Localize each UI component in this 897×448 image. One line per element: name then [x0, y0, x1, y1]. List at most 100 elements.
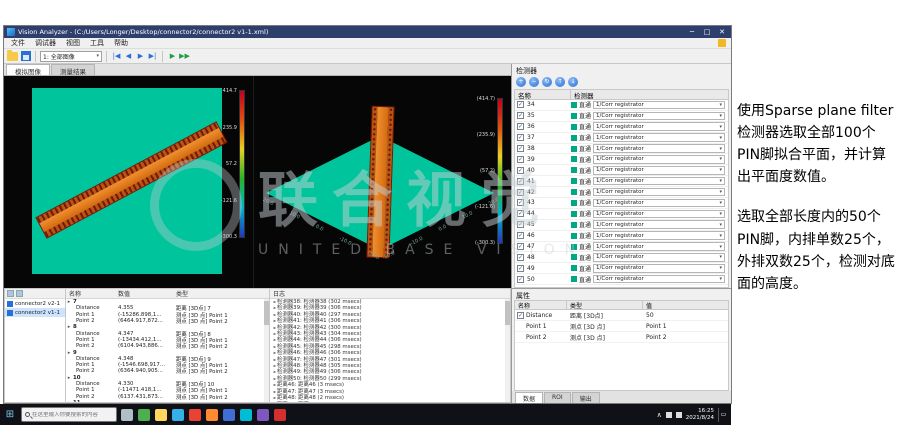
run-button[interactable]: ▶ [167, 51, 178, 62]
checkbox-checked-icon[interactable]: ✓ [517, 156, 524, 163]
column-header[interactable]: 检测器 [571, 90, 728, 100]
close-button[interactable]: ✕ [716, 27, 728, 38]
checkbox-checked-icon[interactable]: ✓ [517, 145, 524, 152]
image-selector-dropdown[interactable]: 1: 全部图像 ▾ [40, 51, 102, 62]
wrench-icon[interactable] [718, 39, 726, 47]
frame-nav-button[interactable]: |◀ [111, 51, 122, 62]
save-icon[interactable] [21, 51, 31, 61]
detector-dropdown[interactable]: 1/Corr registrator▾ [593, 275, 725, 284]
checkbox-checked-icon[interactable]: ✓ [517, 167, 524, 174]
bottom-tab[interactable]: ROI [544, 392, 571, 403]
menu-item[interactable]: 文件 [6, 38, 30, 48]
column-header[interactable]: 类型 [176, 289, 269, 298]
detector-dropdown[interactable]: 1/Corr registrator▾ [593, 220, 725, 229]
checkbox-checked-icon[interactable]: ✓ [517, 312, 524, 319]
frame-nav-button[interactable]: ◀ [123, 51, 134, 62]
start-button[interactable]: ⊞ [3, 404, 17, 425]
tree-item[interactable]: connector2 v1-1 [5, 308, 65, 317]
checkbox-checked-icon[interactable]: ✓ [517, 210, 524, 217]
taskbar-search[interactable] [21, 407, 117, 422]
checkbox-checked-icon[interactable]: ✓ [517, 101, 524, 108]
detector-row[interactable]: ✓36直通1/Corr registrator▾ [515, 122, 728, 133]
app-icon-red[interactable] [274, 409, 286, 421]
scrollbar[interactable] [264, 299, 269, 402]
detector-row[interactable]: ✓44直通1/Corr registrator▾ [515, 209, 728, 220]
app-icon-purple[interactable] [257, 409, 269, 421]
tray-expand-icon[interactable]: ∧ [657, 411, 662, 419]
tree-item[interactable]: connector2 v2-1 [5, 299, 65, 308]
detector-dropdown[interactable]: 1/Corr registrator▾ [593, 199, 725, 208]
wechat-icon[interactable] [138, 409, 150, 421]
column-header[interactable]: 名称 [515, 90, 571, 100]
checkbox-checked-icon[interactable]: ✓ [517, 254, 524, 261]
move-down-button[interactable]: ↓ [568, 77, 578, 87]
scrollbar-thumb[interactable] [505, 301, 510, 325]
remove-detector-button[interactable]: − [529, 77, 539, 87]
menu-item[interactable]: 调试器 [30, 38, 61, 48]
property-row[interactable]: Point 2测点 [3D 点]Point 2 [515, 332, 728, 343]
scrollbar[interactable] [505, 299, 510, 402]
detector-dropdown[interactable]: 1/Corr registrator▾ [593, 122, 725, 131]
measure-row[interactable]: Point 2(6364.940,905...测点 [3D 点] Point 2 [66, 368, 269, 374]
explorer-icon[interactable] [155, 409, 167, 421]
detector-dropdown[interactable]: 1/Corr registrator▾ [593, 242, 725, 251]
refresh-icon[interactable] [16, 290, 23, 297]
detector-row[interactable]: ✓39直通1/Corr registrator▾ [515, 154, 728, 165]
checkbox-checked-icon[interactable]: ✓ [517, 199, 524, 206]
measure-row[interactable]: Point 2(6137.431,873...测点 [3D 点] Point 2 [66, 393, 269, 399]
volume-icon[interactable] [676, 412, 682, 418]
app-icon-blue[interactable] [223, 409, 235, 421]
detector-dropdown[interactable]: 1/Corr registrator▾ [593, 188, 725, 197]
detector-dropdown[interactable]: 1/Corr registrator▾ [593, 210, 725, 219]
measure-row[interactable]: Point 2(6104.943,886...测点 [3D 点] Point 2 [66, 343, 269, 349]
frame-nav-button[interactable]: ▶| [147, 51, 158, 62]
detector-row[interactable]: ✓48直通1/Corr registrator▾ [515, 252, 728, 263]
checkbox-checked-icon[interactable]: ✓ [517, 276, 524, 283]
checkbox-checked-icon[interactable]: ✓ [517, 232, 524, 239]
run-button[interactable]: ▶▶ [179, 51, 190, 62]
detector-row[interactable]: ✓50直通1/Corr registrator▾ [515, 274, 728, 285]
detector-dropdown[interactable]: 1/Corr registrator▾ [593, 166, 725, 175]
notification-icon[interactable]: ▭ [718, 408, 728, 422]
view-tab[interactable]: 模拟图像 [6, 64, 50, 75]
checkbox-checked-icon[interactable]: ✓ [517, 112, 524, 119]
add-detector-button[interactable]: + [516, 77, 526, 87]
bottom-tab[interactable]: 输出 [572, 392, 600, 403]
detector-row[interactable]: ✓43直通1/Corr registrator▾ [515, 198, 728, 209]
checkbox-checked-icon[interactable]: ✓ [517, 134, 524, 141]
app-icon-orange[interactable] [206, 409, 218, 421]
taskbar-clock[interactable]: 16:25 2021/8/24 [686, 408, 714, 421]
column-header[interactable]: 值 [643, 301, 728, 310]
open-file-icon[interactable] [7, 52, 18, 61]
bottom-tab[interactable]: 数据 [515, 392, 543, 403]
detector-row[interactable]: ✓49直通1/Corr registrator▾ [515, 263, 728, 274]
detector-row[interactable]: ✓35直通1/Corr registrator▾ [515, 111, 728, 122]
view-tab[interactable]: 测量结果 [51, 64, 95, 75]
new-item-icon[interactable] [7, 290, 14, 297]
menu-item[interactable]: 视图 [61, 38, 85, 48]
3d-view[interactable]: 20.010.00.0-10.0-20.0 -20.0-10.00.010.02… [254, 76, 511, 288]
column-header[interactable]: 名称 [515, 301, 567, 310]
detector-dropdown[interactable]: 1/Corr registrator▾ [593, 112, 725, 121]
checkbox-checked-icon[interactable]: ✓ [517, 221, 524, 228]
2d-scan-view[interactable]: 414.7235.957.2-121.6-300.3 [4, 76, 254, 288]
maximize-button[interactable]: □ [701, 27, 713, 38]
detector-dropdown[interactable]: 1/Corr registrator▾ [593, 264, 725, 273]
frame-nav-button[interactable]: ▶ [135, 51, 146, 62]
column-header[interactable]: 数值 [118, 289, 176, 298]
detector-row[interactable]: ✓41直通1/Corr registrator▾ [515, 176, 728, 187]
detector-row[interactable]: ✓37直通1/Corr registrator▾ [515, 133, 728, 144]
detector-dropdown[interactable]: 1/Corr registrator▾ [593, 144, 725, 153]
detector-row[interactable]: ✓47直通1/Corr registrator▾ [515, 242, 728, 253]
column-header[interactable]: 名称 [66, 289, 118, 298]
titlebar[interactable]: Vision Analyzer - (C:/Users/Longer/Deskt… [4, 26, 731, 38]
app-icon-teal[interactable] [240, 409, 252, 421]
checkbox-checked-icon[interactable]: ✓ [517, 178, 524, 185]
checkbox-checked-icon[interactable]: ✓ [517, 189, 524, 196]
property-row[interactable]: ✓Distance距离 [3D点]50 [515, 310, 728, 321]
scrollbar-thumb[interactable] [264, 301, 269, 325]
edge-icon[interactable] [172, 409, 184, 421]
minimize-button[interactable]: ─ [686, 27, 698, 38]
detector-dropdown[interactable]: 1/Corr registrator▾ [593, 177, 725, 186]
detector-dropdown[interactable]: 1/Corr registrator▾ [593, 155, 725, 164]
